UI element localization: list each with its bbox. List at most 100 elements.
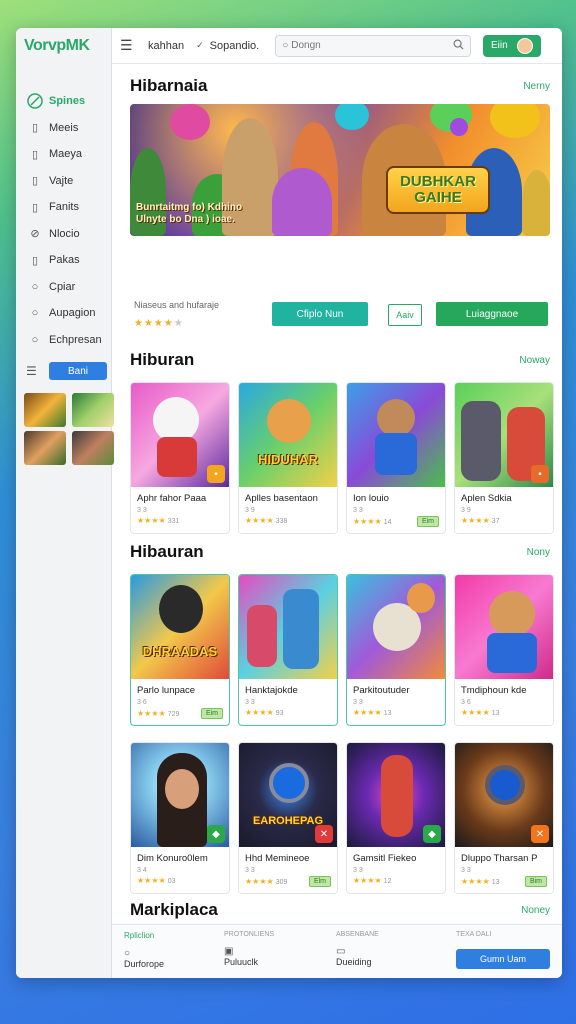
sidebar-item-vajte[interactable]: ▯ Vajte (16, 168, 111, 195)
main-content: Hibarnaia Nerny Bunrtaitmg fo) Kdhino Ul… (112, 64, 562, 978)
sidebar-item-meeis[interactable]: ▯ Meeis (16, 115, 111, 142)
hero-primary-button[interactable]: Cfiplo Nun (272, 302, 368, 326)
top-menu-item[interactable]: kahhan (148, 40, 184, 52)
card-footer: ★★★★ 93 (239, 706, 337, 723)
game-card[interactable]: HIDUHAR Aplles basentaon 3 9 ★★★★ 338 (238, 382, 338, 534)
square-icon: ▯ (31, 175, 39, 188)
card-footer: ★★★★ 729 Eim (131, 706, 229, 725)
circle-icon: ○ (31, 333, 39, 346)
hamburger-menu-icon[interactable]: ☰ (120, 37, 142, 54)
hero-secondary-button[interactable]: Luiaggnaoe (436, 302, 548, 326)
sidebar-item-spines[interactable]: Spines (16, 88, 111, 115)
sidebar-thumbnails (16, 383, 114, 465)
search-placeholder: Dongn (291, 40, 321, 51)
bottom-action-button[interactable]: Gumn Uam (456, 949, 550, 969)
sidebar-item-maeya[interactable]: ▯ Maeya (16, 141, 111, 168)
card-install-button[interactable]: Eim (416, 516, 439, 527)
section-more-link[interactable]: Nony (527, 547, 550, 558)
sidebar-item-pakas[interactable]: ▯ Pakas (16, 247, 111, 274)
game-card[interactable]: Tmdiphoun kde 3 6 ★★★★ 13 (454, 574, 554, 726)
sidebar-item-nlocio[interactable]: ⊘ Nlocio (16, 221, 111, 248)
game-thumbnail: EAROHEPAG ✕ (239, 743, 337, 847)
game-card[interactable]: ▪ Aphr fahor Paaa 3 3 ★★★★ 331 (130, 382, 230, 534)
bottom-tab-label: ABSENBANE (336, 931, 379, 938)
card-title: Aplen Sdkia (461, 493, 512, 504)
character-figure (159, 585, 203, 633)
hero-overlay-text: Bunrtaitmg fo) Kdhino Ulnyte bo Dna ) io… (136, 202, 242, 226)
bottom-tab-absence[interactable]: ABSENBANE ▭ Dueiding (336, 931, 379, 967)
star-icons: ★★★★ (137, 516, 166, 525)
section-more-link[interactable]: Noway (519, 355, 550, 366)
game-card[interactable]: ▪ Aplen Sdkia 3 9 ★★★★ 37 (454, 382, 554, 534)
sidebar-item-cpiar[interactable]: ○ Cpiar (16, 274, 111, 301)
game-card[interactable]: DHRAADAS Parlo lunpace 3 6 ★★★★ 729 Eim (130, 574, 230, 726)
game-card[interactable]: ◆ Dim Konuro0lem 3 4 ★★★★ 03 (130, 742, 230, 894)
game-card[interactable]: Hanktajokde 3 3 ★★★★ 93 (238, 574, 338, 726)
card-title: Dluppo Tharsan P (461, 853, 538, 864)
character-figure (522, 170, 550, 236)
box-icon: ▣ (224, 946, 234, 957)
account-button[interactable]: Eiin (483, 34, 542, 57)
bottom-tab-item: ▭ Dueiding (336, 946, 379, 967)
game-card[interactable]: EAROHEPAG ✕ Hhd Memineoe 3 3 ★★★★ 309 Elm (238, 742, 338, 894)
card-footer: ★★★★ 14 Eim (347, 514, 445, 533)
star-icons: ★★★★ (461, 877, 490, 886)
game-logo-text: DHRAADAS (142, 644, 218, 659)
star-icons: ★★★★ (353, 517, 382, 526)
sidebar-item-label: Cpiar (49, 280, 76, 293)
thumbnail[interactable] (24, 431, 66, 465)
card-install-button[interactable]: Bim (524, 876, 547, 887)
search-input[interactable]: ○ Dongn (275, 34, 472, 57)
thumbnail[interactable] (72, 393, 114, 427)
thumbnail[interactable] (72, 431, 114, 465)
card-title: Hanktajokde (245, 685, 298, 696)
thumbnail[interactable] (24, 393, 66, 427)
hero-game-logo: DUBHKAR GAIHE (386, 166, 490, 214)
bottom-tab-applications[interactable]: Rpliclion ○ Durforope (124, 931, 164, 969)
sidebar-item-aupagion[interactable]: ○ Aupagion (16, 300, 111, 327)
lens-graphic (269, 763, 309, 803)
rating-count: 309 (275, 879, 288, 886)
card-subtitle: 3 3 (245, 699, 255, 706)
hero-banner[interactable]: Bunrtaitmg fo) Kdhino Ulnyte bo Dna ) io… (130, 104, 550, 236)
game-card[interactable]: ✕ Dluppo Tharsan P 3 3 ★★★★ 13 Bim (454, 742, 554, 894)
rating-count: 338 (275, 518, 288, 525)
game-card[interactable]: Ion louio 3 3 ★★★★ 14 Eim (346, 382, 446, 534)
card-footer: ★★★★ 12 (347, 874, 445, 891)
card-install-button[interactable]: Elm (308, 876, 331, 887)
bottom-tab-promotions[interactable]: PROTONLIENS ▣ Puluuclk (224, 931, 274, 967)
bottom-tab-data[interactable]: TEXA DALI (456, 931, 491, 938)
sidebar-button[interactable]: Bani (49, 362, 107, 380)
game-thumbnail: ▪ (455, 383, 553, 487)
search-icon: ○ (282, 40, 289, 51)
card-subtitle: 3 3 (137, 507, 147, 514)
chevron-down-icon[interactable]: ✓ (196, 40, 204, 51)
section-more-link[interactable]: Nerny (523, 81, 550, 92)
hero-overlay-line: Ulnyte bo Dna ) ioae. (136, 214, 235, 225)
sidebar: VorvpMK Spines ▯ Meeis ▯ Maeya ▯ Vajte ▯… (16, 28, 114, 978)
hero-logo-line: GAIHE (414, 189, 462, 206)
section-title: Hibauran (130, 542, 204, 561)
game-card[interactable]: ◆ Gamsitl Fiekeo 3 3 ★★★★ 12 (346, 742, 446, 894)
character-figure (267, 399, 311, 443)
character-figure (165, 769, 199, 809)
card-subtitle: 3 6 (137, 699, 147, 706)
card-title: Aphr fahor Paaa (137, 493, 207, 504)
game-badge-icon: ◆ (207, 825, 225, 843)
app-logo[interactable]: VorvpMK (16, 28, 111, 64)
search-icon[interactable] (453, 39, 464, 53)
rating-count: 13 (491, 710, 500, 717)
star-icons: ★★★★ (353, 876, 382, 885)
sidebar-item-fanits[interactable]: ▯ Fanits (16, 194, 111, 221)
card-subtitle: 3 3 (353, 699, 363, 706)
sidebar-item-label: Spines (49, 95, 86, 108)
card-install-button[interactable]: Eim (200, 708, 223, 719)
top-menu-item[interactable]: Sopandio. (210, 40, 260, 52)
game-card[interactable]: Parkitoutuder 3 3 ★★★★ 13 (346, 574, 446, 726)
app-window: VorvpMK Spines ▯ Meeis ▯ Maeya ▯ Vajte ▯… (16, 28, 562, 978)
sidebar-item-echpresan[interactable]: ○ Echpresan (16, 327, 111, 354)
menu-icon[interactable]: ☰ (26, 364, 44, 378)
section-more-link[interactable]: Noney (521, 905, 550, 916)
leaf-icon (26, 93, 44, 109)
hero-outline-button[interactable]: Aaiv (388, 304, 422, 326)
